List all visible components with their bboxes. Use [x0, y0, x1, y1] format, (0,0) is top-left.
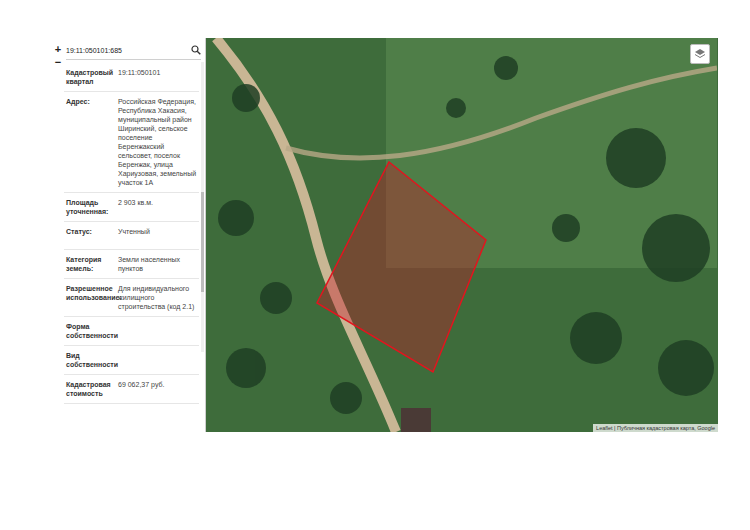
field-label: Статус:: [66, 227, 118, 244]
info-row: Кадастровая стоимость69 062,37 руб.: [64, 375, 199, 404]
field-label: Вид собственности: [66, 351, 118, 369]
attribution: Leaflet | Публичная кадастровая карта, G…: [593, 424, 718, 432]
scrollbar-thumb[interactable]: [201, 192, 204, 292]
zoom-in-button[interactable]: +: [52, 43, 64, 55]
satellite-image: [206, 38, 717, 432]
info-row: Форма собственности: [64, 317, 199, 346]
field-value: 19:11:050101: [118, 68, 199, 86]
scrollbar[interactable]: [201, 62, 204, 352]
info-row: Вид собственности: [64, 346, 199, 375]
satellite-map[interactable]: Leaflet | Публичная кадастровая карта, G…: [206, 38, 718, 432]
info-row: Статус:Учтенный: [64, 222, 199, 250]
search-field[interactable]: 19:11:050101:685: [66, 41, 201, 60]
field-list: Кадастровый квартал19:11:050101Адрес:Рос…: [64, 63, 205, 404]
field-value: [118, 322, 199, 340]
field-label: Адрес:: [66, 97, 118, 187]
field-value: Учтенный: [118, 227, 199, 244]
field-label: Категория земель:: [66, 255, 118, 273]
layers-button[interactable]: [690, 44, 710, 64]
field-label: Кадастровый квартал: [66, 68, 118, 86]
field-label: Кадастровая стоимость: [66, 380, 118, 398]
info-row: Адрес:Российская Федерация, Республика Х…: [64, 92, 199, 193]
field-value: 69 062,37 руб.: [118, 380, 199, 398]
search-icon[interactable]: [191, 45, 201, 55]
info-row: Разрешенное использование:Для индивидуал…: [64, 279, 199, 317]
field-value: Земли населенных пунктов: [118, 255, 199, 273]
field-value: Для индивидуального жилищного строительс…: [118, 284, 199, 311]
field-label: Разрешенное использование:: [66, 284, 118, 311]
field-value: [118, 351, 199, 369]
info-panel: 19:11:050101:685 Кадастровый квартал19:1…: [64, 38, 206, 432]
info-row: Кадастровый квартал19:11:050101: [64, 63, 199, 92]
zoom-out-button[interactable]: −: [52, 56, 64, 68]
field-label: Площадь уточненная:: [66, 198, 118, 216]
map-widget[interactable]: +− 19:11:050101:685 Кадастровый квартал1…: [52, 38, 718, 432]
field-value: 2 903 кв.м.: [118, 198, 199, 216]
search-value[interactable]: 19:11:050101:685: [66, 47, 191, 54]
info-row: Категория земель:Земли населенных пункто…: [64, 250, 199, 279]
field-value: Российская Федерация, Республика Хакасия…: [118, 97, 199, 187]
layers-icon[interactable]: [694, 48, 706, 60]
zoom-controls: +−: [52, 38, 64, 432]
field-label: Форма собственности: [66, 322, 118, 340]
info-row: Площадь уточненная:2 903 кв.м.: [64, 193, 199, 222]
